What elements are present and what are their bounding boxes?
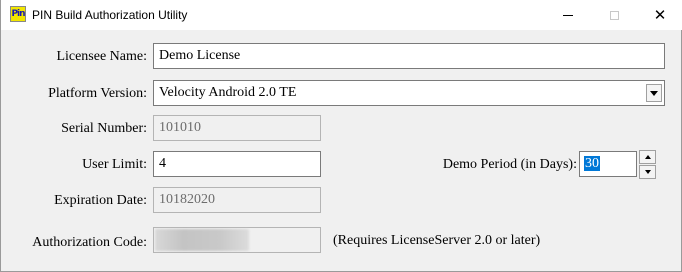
title-bar[interactable]: Pin PIN Build Authorization Utility ✕ <box>1 0 682 30</box>
user-limit-input[interactable]: 4 <box>153 151 321 177</box>
spin-down-button[interactable] <box>639 165 656 179</box>
demo-period-label: Demo Period (in Days): <box>442 157 577 172</box>
platform-version-value: Velocity Android 2.0 TE <box>159 85 297 100</box>
licensee-name-input[interactable]: Demo License <box>153 43 665 69</box>
dropdown-arrow-button[interactable] <box>646 84 662 102</box>
spin-up-button[interactable] <box>639 150 656 164</box>
app-window: Pin PIN Build Authorization Utility ✕ Li… <box>0 0 682 272</box>
serial-number-label: Serial Number: <box>61 121 147 136</box>
expiration-date-label: Expiration Date: <box>54 193 147 208</box>
demo-period-spinner[interactable] <box>639 150 656 179</box>
maximize-button[interactable] <box>591 0 637 30</box>
minimize-icon <box>563 14 573 16</box>
arrow-up-icon <box>644 155 651 159</box>
redacted-code <box>155 229 249 251</box>
demo-period-input[interactable]: 30 <box>579 151 637 177</box>
arrow-down-icon <box>644 170 651 174</box>
licensee-name-label: Licensee Name: <box>56 49 147 64</box>
platform-version-label: Platform Version: <box>48 86 147 101</box>
expiration-date-input: 10182020 <box>153 187 321 213</box>
pin-app-icon: Pin <box>10 6 26 22</box>
demo-period-value: 30 <box>584 156 600 171</box>
window-title: PIN Build Authorization Utility <box>32 8 188 22</box>
maximize-icon <box>609 10 619 20</box>
close-icon: ✕ <box>653 6 667 24</box>
authorization-note: (Requires LicenseServer 2.0 or later) <box>333 233 541 248</box>
serial-number-input: 101010 <box>153 115 321 141</box>
user-limit-label: User Limit: <box>82 157 147 172</box>
chevron-down-icon <box>650 90 658 96</box>
close-button[interactable]: ✕ <box>637 0 682 30</box>
authorization-code-label: Authorization Code: <box>32 235 147 250</box>
minimize-button[interactable] <box>545 0 591 30</box>
platform-version-select[interactable]: Velocity Android 2.0 TE <box>153 80 665 106</box>
